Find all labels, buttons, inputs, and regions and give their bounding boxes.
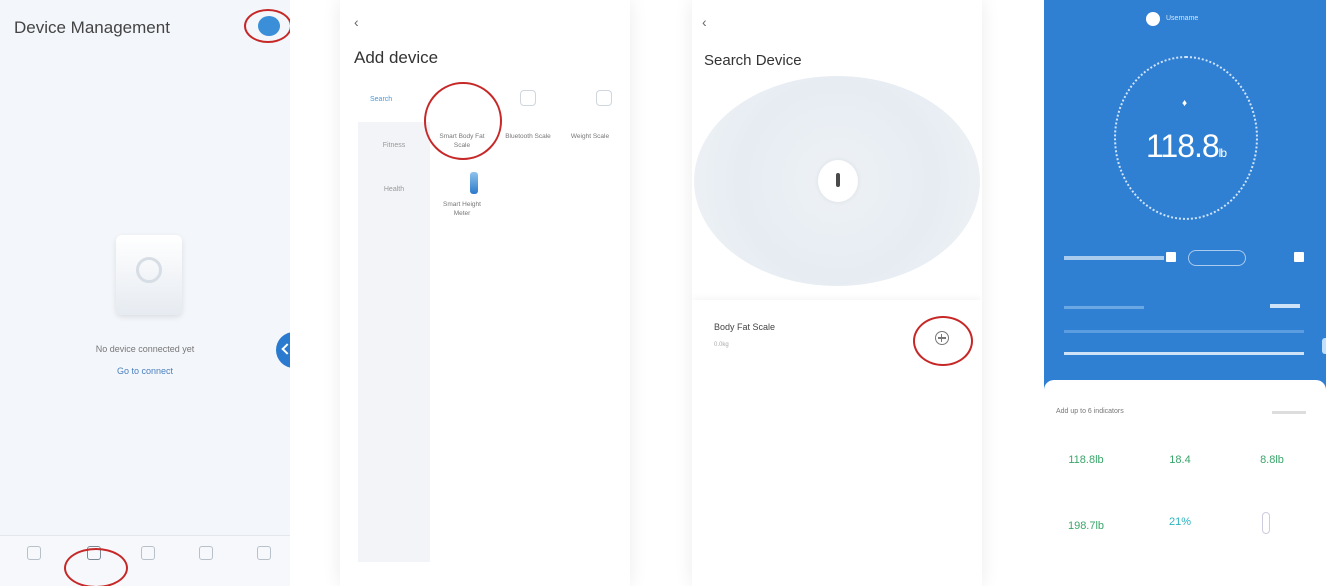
tab-search[interactable]: Search bbox=[370, 96, 392, 103]
scale-icon bbox=[818, 160, 858, 202]
back-button[interactable]: ‹ bbox=[354, 14, 359, 30]
stat-chip bbox=[1270, 304, 1300, 308]
annotation-circle bbox=[244, 9, 290, 43]
tab-community[interactable] bbox=[186, 546, 226, 564]
toggle-pill[interactable] bbox=[1188, 250, 1246, 266]
metric-value[interactable]: 8.8lb bbox=[1232, 454, 1312, 466]
annotation-circle bbox=[913, 316, 973, 366]
tab-home[interactable] bbox=[14, 546, 54, 564]
community-icon bbox=[199, 546, 213, 560]
annotation-circle bbox=[64, 548, 128, 586]
height-meter-icon bbox=[470, 172, 478, 194]
stat-line bbox=[1064, 352, 1304, 355]
stat-line bbox=[1064, 330, 1304, 333]
page-title: Add device bbox=[354, 48, 439, 67]
more-link[interactable] bbox=[1272, 411, 1306, 414]
screen-device-management: Device Management No device connected ye… bbox=[0, 0, 290, 586]
category-health[interactable]: Health bbox=[358, 186, 430, 193]
page-title: Device Management bbox=[14, 18, 170, 37]
metric-value[interactable]: 21% bbox=[1140, 516, 1220, 528]
panel-title: Add up to 6 indicators bbox=[1056, 408, 1124, 415]
category-list: Fitness Health bbox=[358, 122, 430, 562]
empty-state-text: No device connected yet bbox=[95, 344, 195, 354]
stat-line bbox=[1064, 306, 1144, 309]
scan-icon[interactable] bbox=[520, 90, 536, 106]
checkbox-icon[interactable] bbox=[1294, 252, 1304, 262]
profile-icon bbox=[257, 546, 271, 560]
info-label bbox=[1064, 256, 1164, 260]
device-option[interactable]: Bluetooth Scale bbox=[500, 132, 556, 141]
app-logo bbox=[1146, 12, 1160, 26]
back-button[interactable]: ‹ bbox=[702, 14, 707, 30]
metric-value[interactable]: 198.7lb bbox=[1046, 520, 1126, 532]
device-option[interactable]: Smart Height Meter bbox=[434, 200, 490, 218]
weight-value: 118.8lb bbox=[1145, 128, 1227, 164]
side-drawer-handle[interactable] bbox=[276, 332, 290, 368]
checkbox-icon[interactable] bbox=[1166, 252, 1176, 262]
gauge-icon bbox=[1262, 512, 1270, 534]
annotation-circle bbox=[424, 82, 502, 160]
empty-state-icon bbox=[116, 235, 182, 315]
screen-add-device: ‹ Add device Search Fitness Health Smart… bbox=[340, 0, 630, 586]
home-icon bbox=[27, 546, 41, 560]
device-name: Body Fat Scale bbox=[714, 322, 776, 332]
category-icon[interactable] bbox=[596, 90, 612, 106]
bottom-tab-bar bbox=[0, 535, 290, 586]
metric-value[interactable]: 18.4 bbox=[1140, 454, 1220, 466]
page-title: Search Device bbox=[704, 52, 802, 69]
tab-me[interactable] bbox=[244, 546, 284, 564]
indicator-panel: Add up to 6 indicators 118.8lb 18.4 8.8l… bbox=[1044, 380, 1326, 586]
connect-link[interactable]: Go to connect bbox=[0, 366, 290, 376]
user-name[interactable]: Username bbox=[1166, 15, 1198, 22]
screen-weight-dashboard: Username ♦ 118.8lb Add up to 6 indicator… bbox=[1044, 0, 1326, 586]
device-option[interactable]: Weight Scale bbox=[562, 132, 618, 141]
screen-search-device: ‹ Search Device Body Fat Scale 0.0kg bbox=[692, 0, 982, 586]
metric-value[interactable]: 118.8lb bbox=[1046, 454, 1126, 466]
device-subtitle: 0.0kg bbox=[714, 342, 729, 348]
report-icon bbox=[141, 546, 155, 560]
person-icon: ♦ bbox=[1182, 98, 1188, 109]
category-fitness[interactable]: Fitness bbox=[358, 142, 430, 149]
side-drawer-handle[interactable] bbox=[1322, 338, 1326, 354]
tab-report[interactable] bbox=[128, 546, 168, 564]
